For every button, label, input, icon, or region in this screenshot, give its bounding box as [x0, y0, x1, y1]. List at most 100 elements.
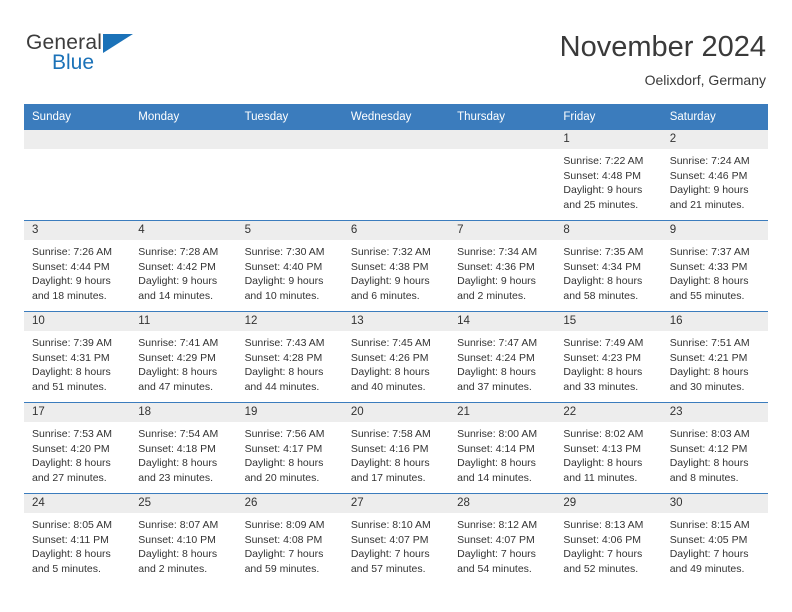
calendar-day-cell[interactable]: 13 Sunrise: 7:45 AM Sunset: 4:26 PM Dayligh… [342, 311, 450, 403]
day-info: Sunrise: 7:51 AM Sunset: 4:21 PM Daylight:… [662, 331, 768, 394]
day-number: 23 [661, 403, 768, 422]
day-info: Sunrise: 7:43 AM Sunset: 4:28 PM Daylight:… [237, 331, 343, 394]
daylight-text-line2: and 10 minutes. [244, 289, 320, 302]
daylight-text-line2: and 51 minutes. [32, 380, 107, 393]
calendar-day-cell[interactable]: 30 Sunrise: 8:15 AM Sunset: 4:05 PM Dayligh… [661, 493, 768, 584]
daylight-text-line2: and 11 minutes. [563, 471, 638, 484]
daylight-text-line2: and 33 minutes. [563, 380, 639, 393]
sunrise-text: Sunrise: 7:56 AM [244, 428, 325, 440]
sunset-text: Sunset: 4:10 PM [138, 533, 216, 546]
calendar-day-cell[interactable]: 15 Sunrise: 7:49 AM Sunset: 4:23 PM Dayligh… [555, 311, 662, 403]
sunrise-text: Sunrise: 7:37 AM [669, 246, 750, 258]
daylight-text-line1: Daylight: 8 hours [244, 457, 324, 470]
calendar-day-cell[interactable]: 1 Sunrise: 7:22 AM Sunset: 4:48 PM Daylight… [555, 130, 662, 221]
day-info: Sunrise: 8:15 AM Sunset: 4:05 PM Daylight:… [662, 513, 768, 576]
day-number: 13 [342, 312, 450, 331]
day-info: Sunrise: 8:10 AM Sunset: 4:07 PM Daylight:… [343, 513, 449, 576]
calendar-day-cell[interactable]: 3 Sunrise: 7:26 AM Sunset: 4:44 PM Daylight… [24, 220, 131, 312]
calendar-day-cell[interactable]: 5 Sunrise: 7:30 AM Sunset: 4:40 PM Daylight… [236, 220, 343, 312]
calendar-day-cell[interactable]: 18 Sunrise: 7:54 AM Sunset: 4:18 PM Dayligh… [130, 402, 237, 494]
calendar-day-cell[interactable]: 24 Sunrise: 8:05 AM Sunset: 4:11 PM Dayligh… [24, 493, 131, 584]
day-cell-content [449, 130, 556, 220]
calendar-day-cell[interactable]: 8 Sunrise: 7:35 AM Sunset: 4:34 PM Daylight… [555, 220, 662, 312]
calendar-day-cell[interactable]: 9 Sunrise: 7:37 AM Sunset: 4:33 PM Daylight… [661, 220, 768, 312]
sunrise-text: Sunrise: 8:13 AM [563, 519, 644, 531]
day-info: Sunrise: 7:30 AM Sunset: 4:40 PM Daylight:… [237, 240, 343, 303]
calendar-week-row: 10 Sunrise: 7:39 AM Sunset: 4:31 PM Dayligh… [24, 311, 768, 403]
sunrise-text: Sunrise: 7:39 AM [32, 337, 112, 349]
daylight-text-line1: Daylight: 7 hours [457, 548, 536, 561]
calendar-day-cell[interactable]: 14 Sunrise: 7:47 AM Sunset: 4:24 PM Dayligh… [449, 311, 556, 403]
calendar-empty-cell [130, 130, 237, 221]
day-cell-content: 1 Sunrise: 7:22 AM Sunset: 4:48 PM Daylight… [555, 130, 662, 220]
day-cell-content: 10 Sunrise: 7:39 AM Sunset: 4:31 PM Dayligh… [24, 312, 131, 402]
sunset-text: Sunset: 4:23 PM [563, 351, 642, 364]
sunset-text: Sunset: 4:42 PM [138, 260, 216, 273]
daylight-text-line2: and 2 minutes. [457, 289, 527, 302]
calendar-day-cell[interactable]: 16 Sunrise: 7:51 AM Sunset: 4:21 PM Dayligh… [661, 311, 768, 403]
daylight-text-line2: and 57 minutes. [350, 562, 426, 575]
day-number: 4 [130, 221, 237, 240]
daylight-text-line2: and 5 minutes. [32, 562, 101, 575]
sunset-text: Sunset: 4:21 PM [669, 351, 748, 364]
daylight-text-line1: Daylight: 9 hours [350, 275, 430, 288]
sunset-text: Sunset: 4:12 PM [669, 442, 748, 455]
day-info: Sunrise: 7:53 AM Sunset: 4:20 PM Daylight:… [24, 422, 130, 485]
calendar-day-cell[interactable]: 7 Sunrise: 7:34 AM Sunset: 4:36 PM Daylight… [449, 220, 556, 312]
day-info: Sunrise: 8:12 AM Sunset: 4:07 PM Daylight:… [449, 513, 555, 576]
sunset-text: Sunset: 4:16 PM [350, 442, 429, 455]
weekday-header-thursday: Thursday [449, 104, 556, 130]
day-number: 20 [342, 403, 450, 422]
calendar-day-cell[interactable]: 28 Sunrise: 8:12 AM Sunset: 4:07 PM Dayligh… [449, 493, 556, 584]
calendar-day-cell[interactable]: 11 Sunrise: 7:41 AM Sunset: 4:29 PM Dayligh… [130, 311, 237, 403]
calendar-day-cell[interactable]: 19 Sunrise: 7:56 AM Sunset: 4:17 PM Dayligh… [236, 402, 343, 494]
day-info: Sunrise: 8:13 AM Sunset: 4:06 PM Daylight:… [555, 513, 661, 576]
sunrise-text: Sunrise: 7:34 AM [457, 246, 538, 258]
daylight-text-line1: Daylight: 9 hours [457, 275, 536, 288]
day-number [24, 130, 131, 149]
day-cell-content: 14 Sunrise: 7:47 AM Sunset: 4:24 PM Dayligh… [449, 312, 556, 402]
calendar-day-cell[interactable]: 4 Sunrise: 7:28 AM Sunset: 4:42 PM Daylight… [130, 220, 237, 312]
calendar-day-cell[interactable]: 23 Sunrise: 8:03 AM Sunset: 4:12 PM Dayligh… [661, 402, 768, 494]
sunrise-text: Sunrise: 7:43 AM [244, 337, 325, 349]
daylight-text-line2: and 40 minutes. [350, 380, 426, 393]
daylight-text-line2: and 55 minutes. [669, 289, 745, 302]
sunset-text: Sunset: 4:29 PM [138, 351, 216, 364]
day-info: Sunrise: 7:35 AM Sunset: 4:34 PM Daylight:… [555, 240, 661, 303]
daylight-text-line2: and 30 minutes. [669, 380, 745, 393]
brand-logo[interactable]: General Blue [26, 30, 146, 75]
calendar-day-cell[interactable]: 10 Sunrise: 7:39 AM Sunset: 4:31 PM Dayligh… [24, 311, 131, 403]
calendar-day-cell[interactable]: 27 Sunrise: 8:10 AM Sunset: 4:07 PM Dayligh… [342, 493, 450, 584]
day-info: Sunrise: 7:45 AM Sunset: 4:26 PM Daylight:… [343, 331, 449, 394]
day-cell-content: 28 Sunrise: 8:12 AM Sunset: 4:07 PM Dayligh… [449, 494, 556, 584]
day-cell-content: 29 Sunrise: 8:13 AM Sunset: 4:06 PM Dayligh… [555, 494, 662, 584]
calendar-day-cell[interactable]: 20 Sunrise: 7:58 AM Sunset: 4:16 PM Dayligh… [342, 402, 450, 494]
daylight-text-line1: Daylight: 8 hours [138, 366, 218, 379]
day-cell-content [24, 130, 131, 220]
sunset-text: Sunset: 4:05 PM [669, 533, 748, 546]
sunset-text: Sunset: 4:28 PM [244, 351, 323, 364]
calendar-day-cell[interactable]: 29 Sunrise: 8:13 AM Sunset: 4:06 PM Dayligh… [555, 493, 662, 584]
calendar-day-cell[interactable]: 12 Sunrise: 7:43 AM Sunset: 4:28 PM Dayligh… [236, 311, 343, 403]
daylight-text-line2: and 17 minutes. [350, 471, 426, 484]
sunset-text: Sunset: 4:38 PM [350, 260, 429, 273]
day-cell-content: 4 Sunrise: 7:28 AM Sunset: 4:42 PM Daylight… [130, 221, 237, 311]
calendar-day-cell[interactable]: 22 Sunrise: 8:02 AM Sunset: 4:13 PM Dayligh… [555, 402, 662, 494]
daylight-text-line1: Daylight: 8 hours [32, 548, 111, 561]
day-info: Sunrise: 7:28 AM Sunset: 4:42 PM Daylight:… [130, 240, 236, 303]
day-number: 3 [24, 221, 131, 240]
calendar-day-cell[interactable]: 26 Sunrise: 8:09 AM Sunset: 4:08 PM Dayligh… [236, 493, 343, 584]
daylight-text-line2: and 8 minutes. [669, 471, 739, 484]
sunrise-text: Sunrise: 7:28 AM [138, 246, 219, 258]
page-title: November 2024 [559, 31, 766, 63]
calendar-day-cell[interactable]: 2 Sunrise: 7:24 AM Sunset: 4:46 PM Daylight… [661, 130, 768, 221]
daylight-text-line2: and 20 minutes. [244, 471, 320, 484]
daylight-text-line1: Daylight: 8 hours [32, 457, 111, 470]
sunrise-text: Sunrise: 7:35 AM [563, 246, 644, 258]
calendar-day-cell[interactable]: 25 Sunrise: 8:07 AM Sunset: 4:10 PM Dayligh… [130, 493, 237, 584]
day-number: 6 [342, 221, 450, 240]
calendar-day-cell[interactable]: 6 Sunrise: 7:32 AM Sunset: 4:38 PM Daylight… [342, 220, 450, 312]
sunrise-text: Sunrise: 8:07 AM [138, 519, 219, 531]
calendar-day-cell[interactable]: 17 Sunrise: 7:53 AM Sunset: 4:20 PM Dayligh… [24, 402, 131, 494]
calendar-day-cell[interactable]: 21 Sunrise: 8:00 AM Sunset: 4:14 PM Dayligh… [449, 402, 556, 494]
